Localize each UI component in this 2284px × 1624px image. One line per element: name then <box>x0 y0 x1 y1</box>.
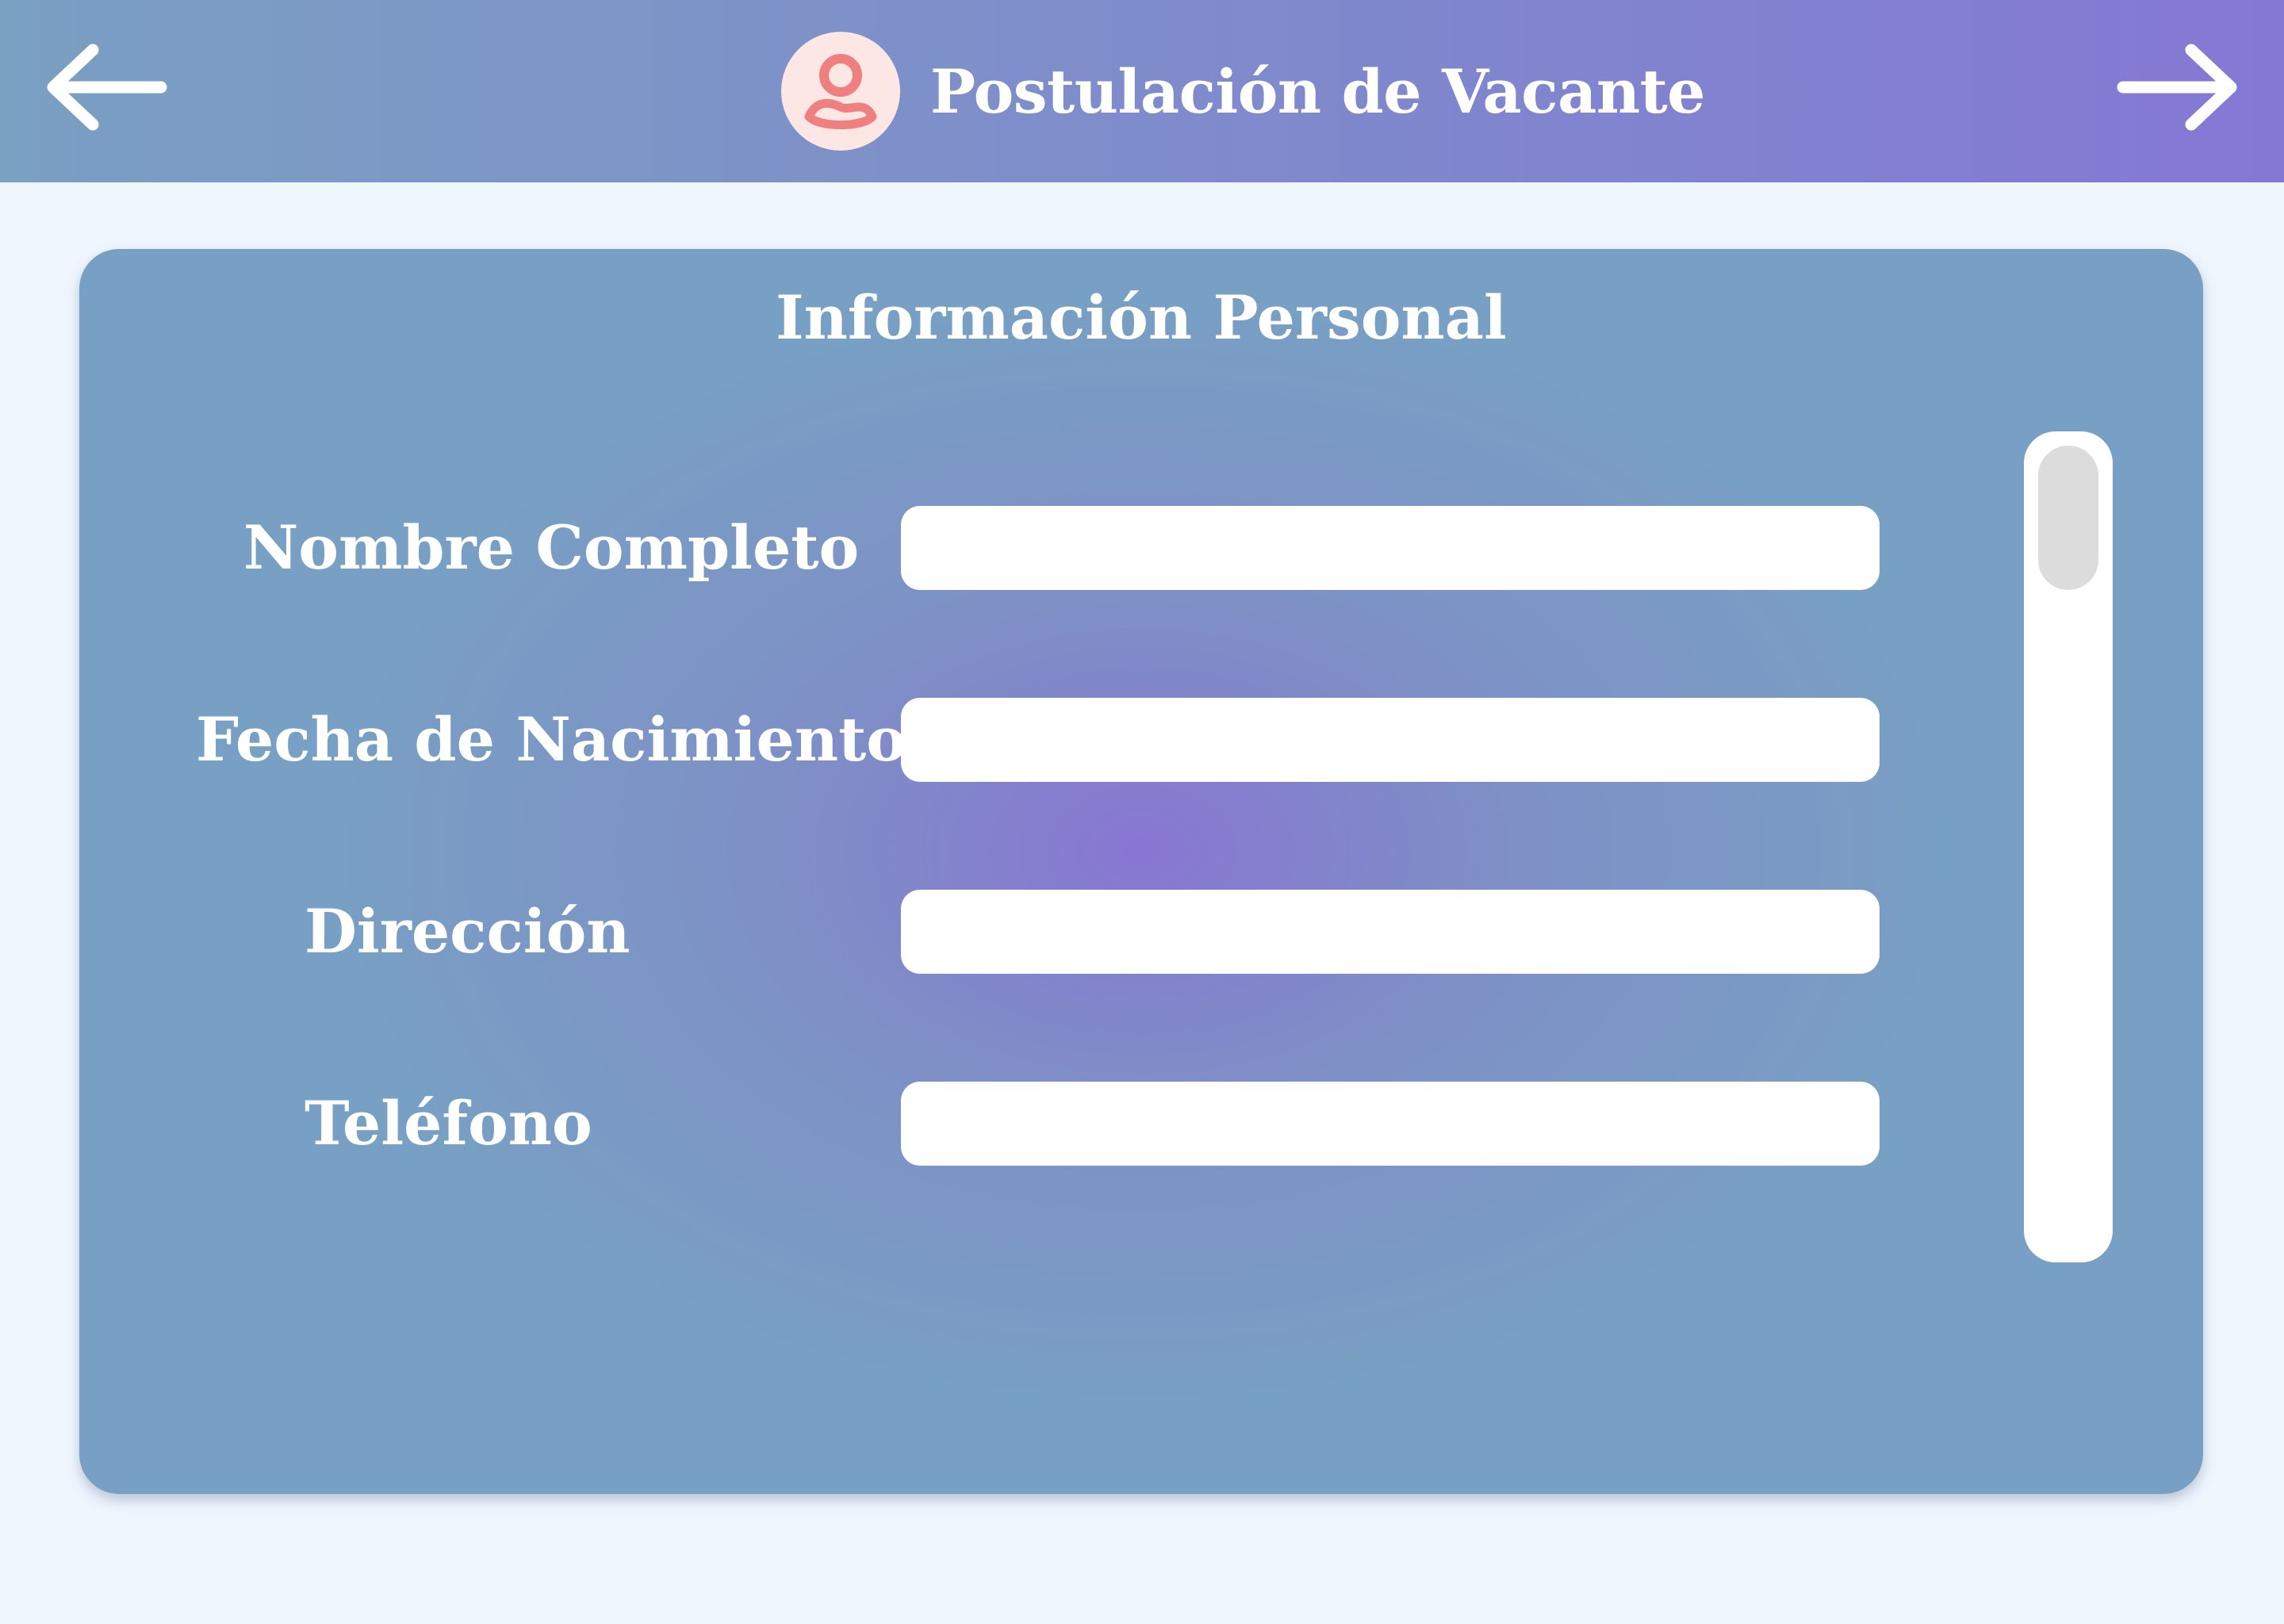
personal-info-card: Información Personal Nombre Completo Fec… <box>79 249 2203 1494</box>
birth-date-input[interactable] <box>901 698 1880 782</box>
section-title: Información Personal <box>776 282 1507 353</box>
forward-button[interactable] <box>2110 32 2252 143</box>
address-input[interactable] <box>901 890 1880 974</box>
back-button[interactable] <box>32 32 174 143</box>
full-name-label: Nombre Completo <box>243 512 860 583</box>
phone-label: Teléfono <box>305 1088 592 1159</box>
arrow-right-icon <box>2117 44 2237 131</box>
form-scrollbar[interactable] <box>2024 431 2113 1262</box>
arrow-left-icon <box>47 44 167 131</box>
user-avatar-icon <box>781 32 900 151</box>
title-group: Postulación de Vacante <box>781 30 1706 152</box>
full-name-input[interactable] <box>901 506 1880 590</box>
page-title: Postulación de Vacante <box>930 56 1706 127</box>
scrollbar-thumb[interactable] <box>2038 446 2098 590</box>
address-label: Dirección <box>305 896 630 967</box>
phone-input[interactable] <box>901 1082 1880 1166</box>
birth-date-label: Fecha de Nacimiento <box>196 704 906 775</box>
app-header: Postulación de Vacante <box>0 0 2284 182</box>
